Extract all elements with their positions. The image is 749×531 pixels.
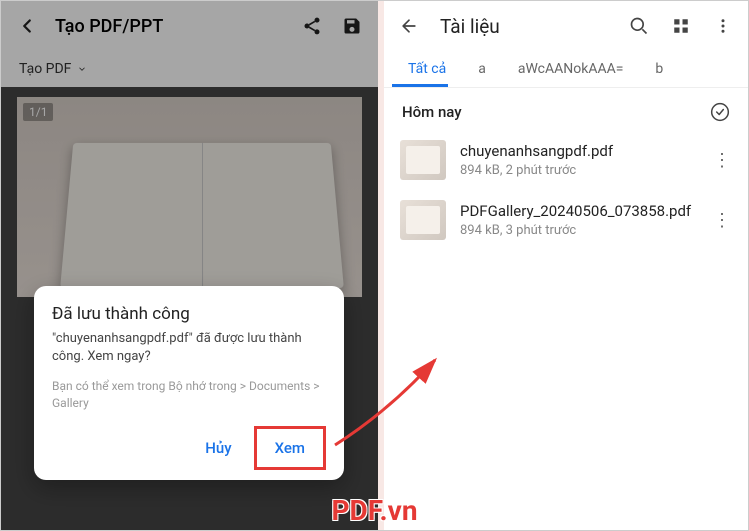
section-title: Hôm nay [402, 103, 462, 121]
file-meta: 894 kB, 2 phút trước [460, 163, 698, 178]
search-icon[interactable] [628, 15, 650, 37]
dialog-hint: Bạn có thể xem trong Bộ nhớ trong > Docu… [52, 378, 326, 412]
cancel-button[interactable]: Hủy [187, 426, 249, 470]
dialog-message: "chuyenanhsangpdf.pdf" đã được lưu thành… [52, 330, 326, 366]
file-item[interactable]: chuyenanhsangpdf.pdf 894 kB, 2 phút trướ… [392, 130, 740, 190]
file-thumbnail [400, 200, 446, 240]
file-more-icon[interactable]: ⋮ [712, 150, 732, 171]
pdf-creator-screen: Tạo PDF/PPT Tạo PDF 1/1 Đã lưu thành côn… [1, 1, 378, 530]
filter-tabs: Tất cả a aWcAANokAAA= b [384, 51, 748, 88]
more-icon[interactable] [712, 15, 734, 37]
file-more-icon[interactable]: ⋮ [712, 210, 732, 231]
tab-all[interactable]: Tất cả [392, 51, 462, 87]
right-title: Tài liệu [440, 15, 608, 38]
file-list: chuyenanhsangpdf.pdf 894 kB, 2 phút trướ… [384, 130, 748, 250]
file-item[interactable]: PDFGallery_20240506_073858.pdf 894 kB, 3… [392, 190, 740, 250]
save-success-dialog: Đã lưu thành công "chuyenanhsangpdf.pdf"… [34, 286, 344, 480]
view-button[interactable]: Xem [254, 426, 326, 470]
watermark: PDF.vn [331, 494, 417, 527]
file-meta: 894 kB, 3 phút trước [460, 223, 698, 238]
tab-b[interactable]: b [639, 51, 679, 87]
tab-indicator [392, 84, 448, 87]
file-thumbnail [400, 140, 446, 180]
select-mode-icon[interactable] [710, 102, 730, 122]
tab-encoded[interactable]: aWcAANokAAA= [502, 51, 640, 87]
tab-a[interactable]: a [462, 51, 502, 87]
file-name: PDFGallery_20240506_073858.pdf [460, 202, 698, 222]
file-name: chuyenanhsangpdf.pdf [460, 142, 698, 162]
section-header: Hôm nay [384, 88, 748, 130]
dialog-title: Đã lưu thành công [52, 304, 326, 324]
documents-screen: Tài liệu Tất cả a aWcAANokAAA= b Hôm nay [378, 1, 748, 530]
back-icon[interactable] [398, 15, 420, 37]
right-header: Tài liệu [384, 1, 748, 51]
grid-view-icon[interactable] [670, 15, 692, 37]
